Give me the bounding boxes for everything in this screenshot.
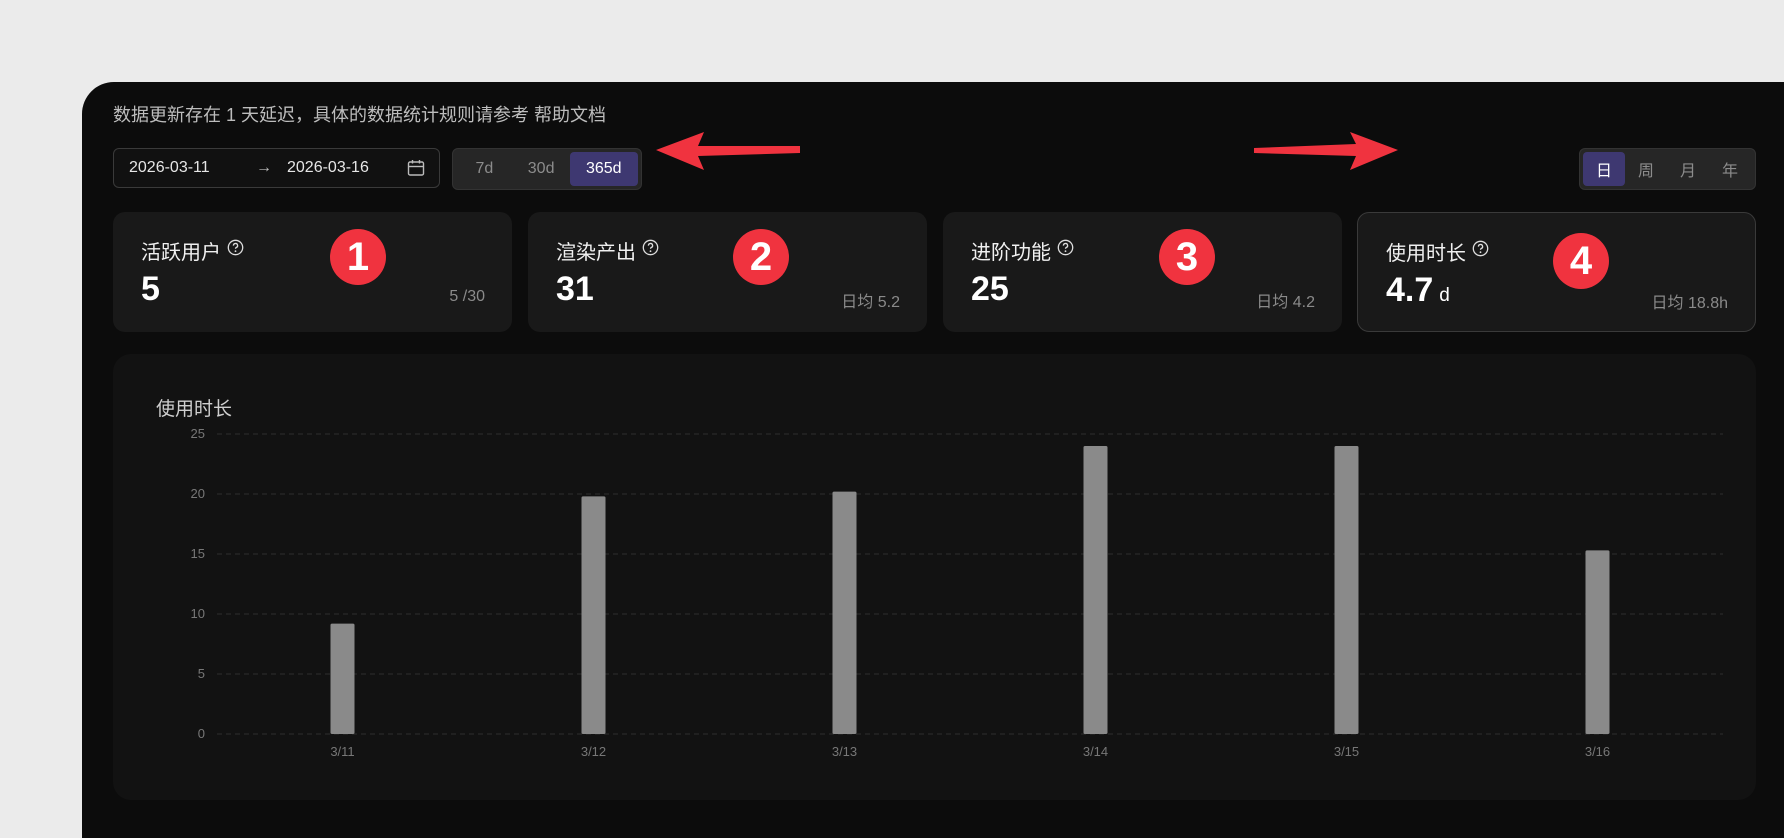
metric-label: 活跃用户 (141, 242, 221, 264)
chart-bar[interactable] (1585, 550, 1610, 734)
metric-value: 31 (556, 270, 594, 308)
metric-label: 进阶功能 (971, 242, 1051, 264)
chart-bar[interactable] (1083, 446, 1108, 734)
metric-sub: 5 /30 (449, 288, 485, 305)
annotation-badge-2: 2 (733, 229, 789, 285)
metric-sub: 日均 4.2 (1256, 294, 1315, 311)
chart-bar[interactable] (1334, 446, 1359, 734)
metric-card-render-output[interactable]: 渲染产出 31 日均 5.2 (528, 212, 927, 332)
granularity-option-day[interactable]: 日 (1583, 152, 1625, 186)
usage-duration-bar-chart: 0 5 10 15 20 25 3/11 3/12 3/13 3/14 3/15 3/16 (191, 426, 1723, 759)
chart-bar[interactable] (330, 623, 355, 734)
granularity-option-month[interactable]: 月 (1667, 152, 1709, 186)
annotation-badge-1: 1 (330, 229, 386, 285)
metric-sub: 日均 5.2 (841, 294, 900, 311)
x-tick-label: 3/15 (1334, 744, 1359, 759)
metric-label-row: 进阶功能 (971, 236, 1074, 265)
usage-duration-chart-card: 使用时长 0 5 10 15 20 25 3/11 3/12 3/13 3/14 3/15 3/16 (113, 354, 1756, 800)
metric-label-row: 活跃用户 (141, 236, 244, 265)
granularity-segmented-control: 日 周 月 年 (1579, 148, 1756, 190)
metric-card-advanced-features[interactable]: 进阶功能 25 日均 4.2 (943, 212, 1342, 332)
granularity-option-year[interactable]: 年 (1709, 152, 1751, 186)
help-icon[interactable] (227, 239, 244, 262)
x-tick-label: 3/16 (1585, 744, 1610, 759)
dashboard-panel: 数据更新存在 1 天延迟，具体的数据统计规则请参考 帮助文档 2026-03-1… (82, 82, 1784, 838)
x-tick-label: 3/13 (832, 744, 857, 759)
annotation-arrow-right-icon (1254, 132, 1398, 170)
y-tick-label: 10 (191, 606, 205, 621)
start-date[interactable]: 2026-03-11 (129, 159, 210, 177)
annotation-arrow-left-icon (656, 132, 800, 170)
end-date[interactable]: 2026-03-16 (287, 159, 369, 177)
chart-bar[interactable] (832, 491, 857, 734)
calendar-icon[interactable] (407, 159, 425, 182)
range-option-7d[interactable]: 7d (456, 152, 513, 186)
y-tick-label: 25 (191, 426, 205, 441)
metric-value: 25 (971, 270, 1009, 308)
y-tick-label: 5 (198, 666, 205, 681)
help-icon[interactable] (642, 239, 659, 262)
y-tick-label: 0 (198, 726, 205, 741)
metric-label: 使用时长 (1386, 243, 1466, 265)
annotation-badge-3: 3 (1159, 229, 1215, 285)
x-tick-label: 3/14 (1083, 744, 1108, 759)
metric-card-active-users[interactable]: 活跃用户 5 5 /30 (113, 212, 512, 332)
metric-value: 4.7 d (1386, 271, 1450, 310)
y-tick-label: 20 (191, 486, 205, 501)
range-option-365d[interactable]: 365d (569, 152, 638, 186)
granularity-option-week[interactable]: 周 (1625, 152, 1667, 186)
metric-value-unit: d (1439, 285, 1450, 306)
metric-label: 渲染产出 (556, 242, 636, 264)
metric-sub: 日均 18.8h (1651, 295, 1729, 312)
help-icon[interactable] (1057, 239, 1074, 262)
chart-bar[interactable] (581, 496, 606, 734)
metric-label-row: 使用时长 (1386, 237, 1489, 266)
metric-value-number: 4.7 (1386, 271, 1434, 309)
date-range-picker[interactable]: 2026-03-11 → 2026-03-16 (113, 148, 440, 188)
range-arrow-icon: → (256, 159, 272, 176)
y-tick-label: 15 (191, 546, 205, 561)
metric-value: 5 (141, 270, 160, 308)
help-icon[interactable] (1472, 240, 1489, 263)
metric-label-row: 渲染产出 (556, 236, 659, 265)
data-delay-notice: 数据更新存在 1 天延迟，具体的数据统计规则请参考 帮助文档 (113, 105, 607, 125)
range-segmented-control: 7d 30d 365d (452, 148, 642, 190)
annotation-badge-4: 4 (1553, 233, 1609, 289)
x-tick-label: 3/12 (581, 744, 606, 759)
x-tick-label: 3/11 (330, 744, 354, 759)
range-option-30d[interactable]: 30d (513, 152, 570, 186)
